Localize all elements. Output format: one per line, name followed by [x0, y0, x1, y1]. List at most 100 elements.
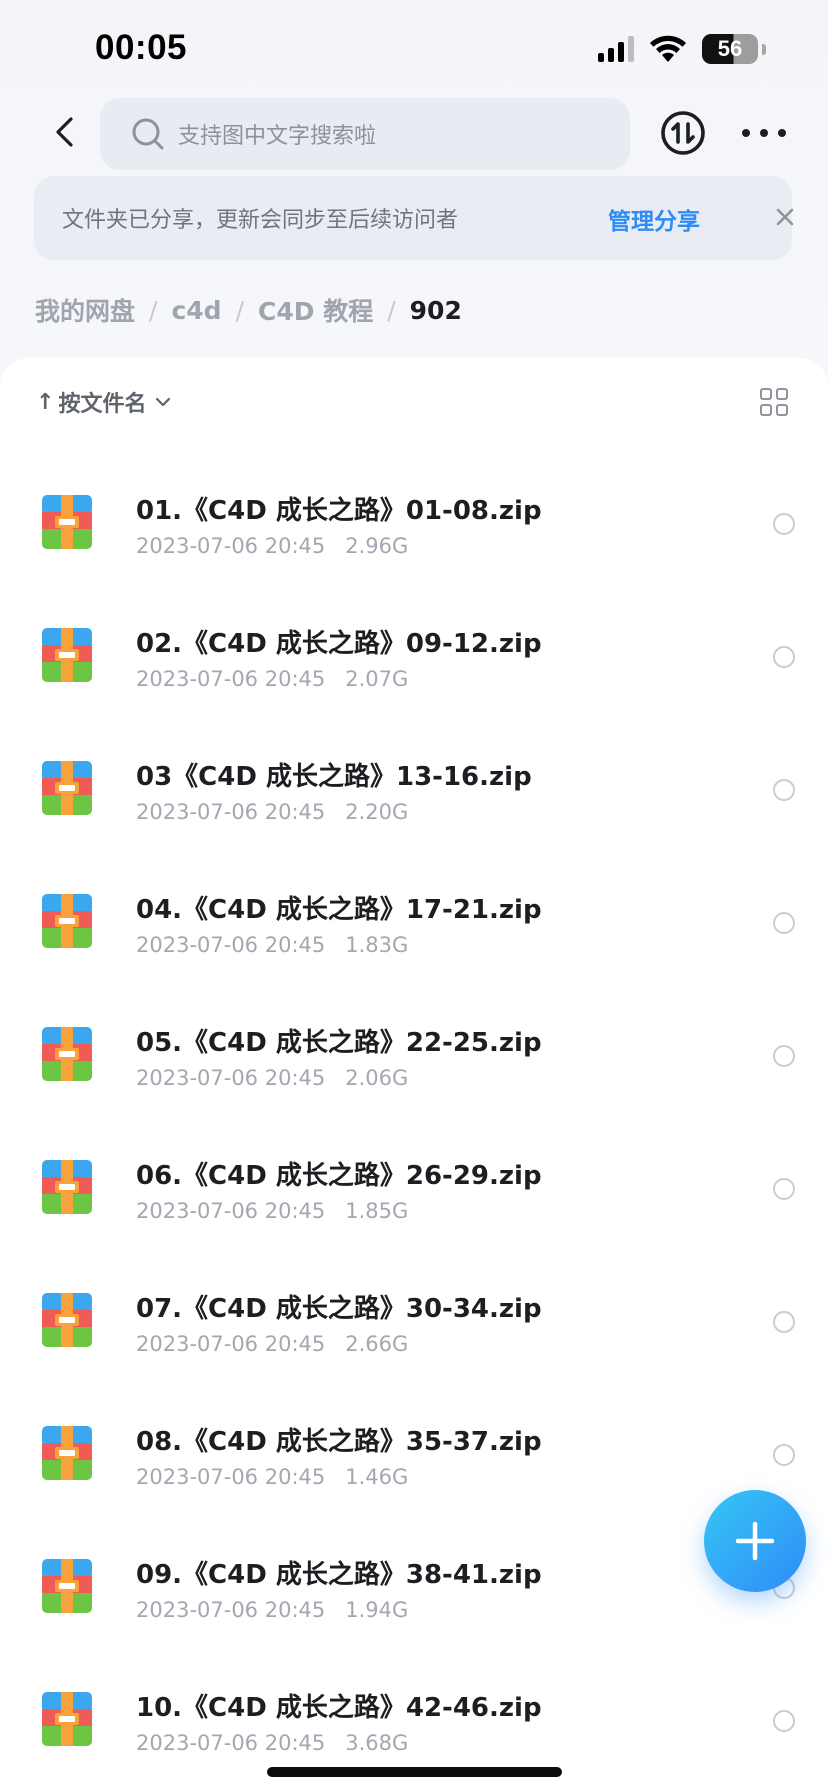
grid-view-icon[interactable] [760, 388, 788, 416]
file-size: 2.06G [345, 1066, 409, 1090]
chevron-down-icon [156, 397, 171, 407]
select-checkbox[interactable] [773, 912, 795, 934]
file-meta: 2023-07-06 20:45 2.66G [136, 1332, 408, 1356]
file-list: 01.《C4D 成长之路》01-08.zip 2023-07-06 20:45 2.… [0, 458, 828, 1788]
file-date: 2023-07-06 20:45 [136, 933, 326, 957]
wifi-icon [650, 35, 686, 62]
zip-archive-icon [42, 1027, 92, 1081]
select-checkbox[interactable] [773, 513, 795, 535]
add-button[interactable] [704, 1490, 806, 1592]
file-meta: 2023-07-06 20:45 3.68G [136, 1731, 408, 1755]
zip-archive-icon [42, 1559, 92, 1613]
file-size: 3.68G [345, 1731, 409, 1755]
file-meta: 2023-07-06 20:45 2.20G [136, 800, 408, 824]
file-meta: 2023-07-06 20:45 1.83G [136, 933, 408, 957]
sort-label: 按文件名 [58, 392, 147, 417]
file-size: 2.20G [345, 800, 409, 824]
battery-level: 56 [717, 36, 743, 61]
back-button[interactable] [44, 112, 84, 152]
file-size: 2.96G [345, 534, 409, 558]
file-size: 1.83G [345, 933, 409, 957]
file-name: 04.《C4D 成长之路》17-21.zip [136, 895, 542, 925]
close-icon[interactable] [772, 204, 798, 230]
breadcrumb-item-my-drive[interactable]: 我的网盘 [35, 292, 135, 328]
search-placeholder: 支持图中文字搜索啦 [178, 124, 377, 149]
home-indicator [267, 1767, 562, 1777]
select-checkbox[interactable] [773, 779, 795, 801]
file-size: 1.46G [345, 1465, 409, 1489]
file-row[interactable]: 08.《C4D 成长之路》35-37.zip 2023-07-06 20:45 1.… [0, 1389, 828, 1522]
zip-archive-icon [42, 1293, 92, 1347]
file-name: 01.《C4D 成长之路》01-08.zip [136, 496, 542, 526]
select-checkbox[interactable] [773, 1178, 795, 1200]
file-size: 2.66G [345, 1332, 409, 1356]
breadcrumb-separator: / [387, 295, 396, 325]
file-meta: 2023-07-06 20:45 1.46G [136, 1465, 408, 1489]
file-row[interactable]: 01.《C4D 成长之路》01-08.zip 2023-07-06 20:45 2.… [0, 458, 828, 591]
select-checkbox[interactable] [773, 1710, 795, 1732]
status-time: 00:05 [95, 28, 188, 67]
battery-icon: 56 [702, 34, 758, 64]
file-name: 08.《C4D 成长之路》35-37.zip [136, 1427, 542, 1457]
file-meta: 2023-07-06 20:45 1.94G [136, 1598, 408, 1622]
search-input[interactable]: 支持图中文字搜索啦 [100, 98, 630, 170]
file-name: 02.《C4D 成长之路》09-12.zip [136, 629, 542, 659]
zip-archive-icon [42, 628, 92, 682]
file-list-panel: ↑ 按文件名 01.《C4D 成长之路》01-08.zip 2023-07-06 … [0, 358, 828, 1791]
select-checkbox[interactable] [773, 646, 795, 668]
file-size: 1.85G [345, 1199, 409, 1223]
transfer-list-icon[interactable] [660, 110, 706, 156]
search-icon [132, 118, 164, 150]
file-size: 1.94G [345, 1598, 409, 1622]
status-icons: 56 [598, 34, 766, 64]
breadcrumb-item-tutorial[interactable]: C4D 教程 [258, 292, 373, 328]
zip-archive-icon [42, 495, 92, 549]
file-row[interactable]: 05.《C4D 成长之路》22-25.zip 2023-07-06 20:45 2.… [0, 990, 828, 1123]
breadcrumb-separator: / [149, 295, 158, 325]
file-date: 2023-07-06 20:45 [136, 1066, 326, 1090]
file-date: 2023-07-06 20:45 [136, 667, 326, 691]
file-row[interactable]: 06.《C4D 成长之路》26-29.zip 2023-07-06 20:45 1.… [0, 1123, 828, 1256]
file-date: 2023-07-06 20:45 [136, 1731, 326, 1755]
zip-archive-icon [42, 1692, 92, 1746]
file-name: 06.《C4D 成长之路》26-29.zip [136, 1161, 542, 1191]
file-name: 05.《C4D 成长之路》22-25.zip [136, 1028, 542, 1058]
status-bar: 00:05 56 [0, 0, 828, 96]
file-name: 07.《C4D 成长之路》30-34.zip [136, 1294, 542, 1324]
zip-archive-icon [42, 1160, 92, 1214]
chevron-left-icon [56, 117, 73, 147]
file-date: 2023-07-06 20:45 [136, 1465, 326, 1489]
file-meta: 2023-07-06 20:45 1.85G [136, 1199, 408, 1223]
cellular-signal-icon [598, 36, 634, 62]
file-row[interactable]: 02.《C4D 成长之路》09-12.zip 2023-07-06 20:45 2.… [0, 591, 828, 724]
top-nav: 支持图中文字搜索啦 [0, 96, 828, 174]
select-checkbox[interactable] [773, 1444, 795, 1466]
file-row[interactable]: 04.《C4D 成长之路》17-21.zip 2023-07-06 20:45 1.… [0, 857, 828, 990]
file-date: 2023-07-06 20:45 [136, 534, 326, 558]
sort-selector[interactable]: ↑ 按文件名 [36, 386, 172, 418]
file-name: 10.《C4D 成长之路》42-46.zip [136, 1693, 542, 1723]
breadcrumb-item-c4d[interactable]: c4d [171, 296, 221, 325]
zip-archive-icon [42, 894, 92, 948]
file-meta: 2023-07-06 20:45 2.96G [136, 534, 408, 558]
select-checkbox[interactable] [773, 1311, 795, 1333]
more-menu-icon[interactable] [742, 118, 786, 148]
file-date: 2023-07-06 20:45 [136, 1199, 326, 1223]
file-date: 2023-07-06 20:45 [136, 1598, 326, 1622]
file-name: 03《C4D 成长之路》13-16.zip [136, 762, 532, 792]
file-row[interactable]: 07.《C4D 成长之路》30-34.zip 2023-07-06 20:45 2.… [0, 1256, 828, 1389]
file-row[interactable]: 03《C4D 成长之路》13-16.zip 2023-07-06 20:45 2.2… [0, 724, 828, 857]
manage-share-link[interactable]: 管理分享 [608, 202, 700, 236]
battery-tip [762, 43, 766, 55]
file-meta: 2023-07-06 20:45 2.06G [136, 1066, 408, 1090]
breadcrumb: 我的网盘 / c4d / C4D 教程 / 902 [35, 290, 462, 330]
share-notice-banner: 文件夹已分享，更新会同步至后续访问者 管理分享 [34, 176, 794, 260]
plus-icon [735, 1521, 775, 1561]
sort-direction-icon: ↑ [36, 389, 55, 415]
share-notice-text: 文件夹已分享，更新会同步至后续访问者 [62, 208, 459, 233]
select-checkbox[interactable] [773, 1045, 795, 1067]
zip-archive-icon [42, 761, 92, 815]
file-name: 09.《C4D 成长之路》38-41.zip [136, 1560, 542, 1590]
breadcrumb-item-current: 902 [409, 295, 462, 325]
file-date: 2023-07-06 20:45 [136, 800, 326, 824]
